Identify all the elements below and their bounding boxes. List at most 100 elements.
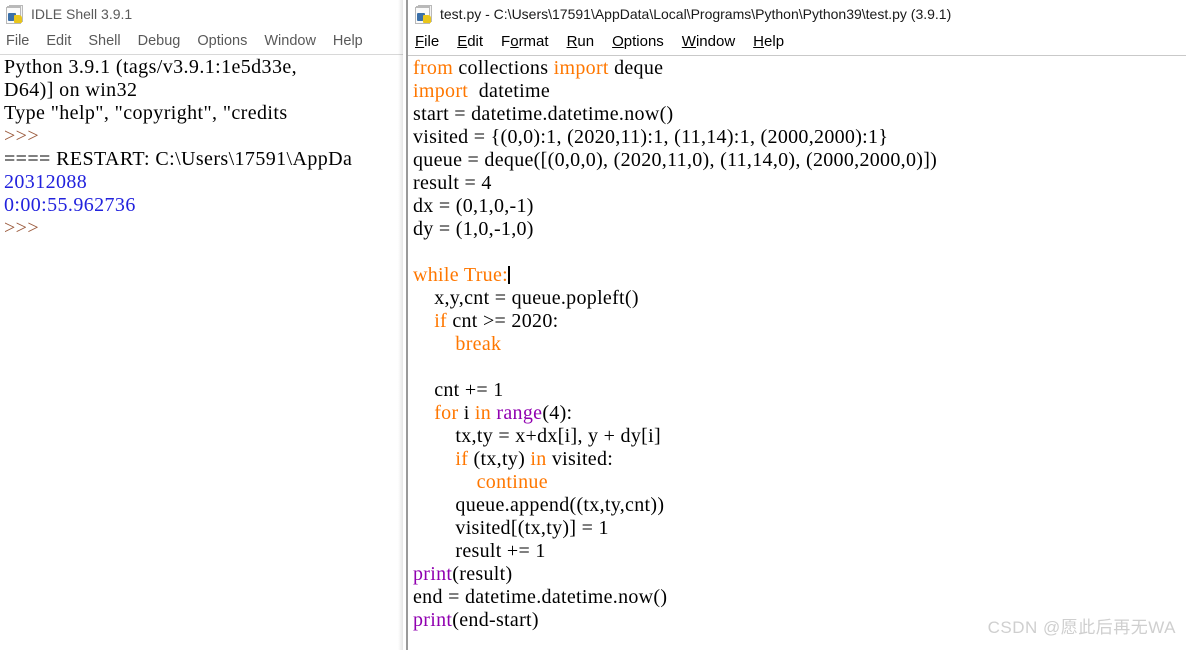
shell-menu-window[interactable]: Window — [264, 33, 316, 49]
editor-menu-run[interactable]: Run — [567, 33, 595, 50]
code-token: print — [413, 609, 453, 631]
code-token: in — [530, 448, 547, 470]
code-line[interactable]: result = 4 — [408, 172, 1186, 195]
code-line[interactable]: queue = deque([(0,0,0), (2020,11,0), (11… — [408, 149, 1186, 172]
shell-menu-bar[interactable]: File Edit Shell Debug Options Window Hel… — [0, 27, 406, 55]
code-token: (result) — [452, 563, 513, 585]
code-token: tx,ty = x+dx[i], y + dy[i] — [413, 425, 661, 447]
code-token: from — [413, 57, 454, 79]
code-token: visited[(tx,ty)] = 1 — [413, 517, 609, 539]
code-line[interactable]: visited[(tx,ty)] = 1 — [408, 517, 1186, 540]
code-token: i — [458, 402, 475, 424]
shell-output-area[interactable]: Python 3.9.1 (tags/v3.9.1:1e5d33e, D64)] … — [0, 56, 406, 650]
idle-shell-window: IDLE Shell 3.9.1 File Edit Shell Debug O… — [0, 0, 406, 650]
python-file-icon — [415, 4, 433, 24]
code-token: dy = (1,0,-1,0) — [413, 218, 534, 240]
code-token: import — [413, 80, 469, 102]
code-token: break — [455, 333, 502, 355]
screen: IDLE Shell 3.9.1 File Edit Shell Debug O… — [0, 0, 1186, 650]
code-token: end = datetime.datetime.now() — [413, 586, 668, 608]
code-line[interactable]: start = datetime.datetime.now() — [408, 103, 1186, 126]
idle-editor-window: test.py - C:\Users\17591\AppData\Local\P… — [408, 0, 1186, 650]
code-token: result = 4 — [413, 172, 492, 194]
editor-menu-options[interactable]: Options — [612, 33, 664, 50]
shell-line: ==== RESTART: C:\Users\17591\AppDa — [4, 148, 353, 170]
shell-menu-file[interactable]: File — [6, 33, 29, 49]
shell-menu-shell[interactable]: Shell — [88, 33, 120, 49]
python-file-icon — [6, 4, 24, 24]
shell-line: Python 3.9.1 (tags/v3.9.1:1e5d33e, — [4, 56, 298, 78]
code-line[interactable]: cnt += 1 — [408, 379, 1186, 402]
code-line[interactable]: import datetime — [408, 80, 1186, 103]
code-token: (4): — [542, 402, 573, 424]
code-token: cnt >= 2020: — [447, 310, 559, 332]
code-line[interactable]: while True: — [408, 264, 1186, 287]
csdn-watermark: CSDN @愿此后再无WA — [987, 618, 1176, 637]
code-line[interactable]: break — [408, 333, 1186, 356]
code-token: range — [496, 402, 543, 424]
shell-title-text: IDLE Shell 3.9.1 — [31, 5, 133, 22]
code-line[interactable] — [408, 241, 1186, 264]
code-token: queue = deque([(0,0,0), (2020,11,0), (11… — [413, 149, 938, 171]
shell-menu-edit[interactable]: Edit — [46, 33, 71, 49]
shell-menu-options[interactable]: Options — [197, 33, 247, 49]
shell-line: >>> — [4, 217, 40, 239]
code-line[interactable] — [408, 356, 1186, 379]
code-token: (end-start) — [452, 609, 539, 631]
shell-line: >>> — [4, 125, 40, 147]
code-line[interactable]: continue — [408, 471, 1186, 494]
shell-line: Type "help", "copyright", "credits — [4, 102, 288, 124]
editor-menu-file[interactable]: File — [415, 33, 439, 50]
code-line[interactable]: from collections import deque — [408, 57, 1186, 80]
code-line[interactable]: dx = (0,1,0,-1) — [408, 195, 1186, 218]
code-token: in — [474, 402, 492, 424]
code-editor-area[interactable]: from collections import deque import date… — [408, 57, 1186, 650]
code-token: if — [455, 448, 469, 470]
editor-menu-format[interactable]: Format — [501, 33, 549, 50]
code-token: start = datetime.datetime.now() — [413, 103, 674, 125]
code-line[interactable]: x,y,cnt = queue.popleft() — [408, 287, 1186, 310]
shell-line: D64)] on win32 — [4, 79, 138, 101]
text-caret — [508, 266, 511, 284]
code-line[interactable]: end = datetime.datetime.now() — [408, 586, 1186, 609]
shell-line: 0:00:55.962736 — [4, 194, 136, 216]
editor-menu-window[interactable]: Window — [682, 33, 735, 50]
shell-title-bar: IDLE Shell 3.9.1 — [0, 0, 406, 27]
code-line[interactable]: print(result) — [408, 563, 1186, 586]
code-token: (tx,ty) — [468, 448, 531, 470]
code-line[interactable]: tx,ty = x+dx[i], y + dy[i] — [408, 425, 1186, 448]
editor-title-bar: test.py - C:\Users\17591\AppData\Local\P… — [408, 0, 1186, 27]
code-token: import — [553, 57, 609, 79]
editor-menu-bar[interactable]: File Edit Format Run Options Window Help — [408, 27, 1186, 56]
code-token: deque — [608, 57, 664, 79]
code-token: queue.append((tx,ty,cnt)) — [413, 494, 665, 516]
shell-menu-help[interactable]: Help — [333, 33, 363, 49]
shell-line: 20312088 — [4, 171, 88, 193]
code-token: continue — [476, 471, 548, 493]
code-line[interactable]: dy = (1,0,-1,0) — [408, 218, 1186, 241]
code-token: collections — [453, 57, 554, 79]
code-token: if — [434, 310, 448, 332]
code-token: x,y,cnt = queue.popleft() — [413, 287, 639, 309]
editor-menu-edit[interactable]: Edit — [457, 33, 483, 50]
code-token: print — [413, 563, 453, 585]
code-line[interactable]: if cnt >= 2020: — [408, 310, 1186, 333]
code-line[interactable]: queue.append((tx,ty,cnt)) — [408, 494, 1186, 517]
shell-menu-debug[interactable]: Debug — [138, 33, 181, 49]
code-line[interactable]: for i in range(4): — [408, 402, 1186, 425]
code-token: dx = (0,1,0,-1) — [413, 195, 534, 217]
editor-title-text: test.py - C:\Users\17591\AppData\Local\P… — [440, 5, 952, 22]
code-token: while — [413, 264, 459, 286]
code-token: visited: — [546, 448, 614, 470]
code-line[interactable]: result += 1 — [408, 540, 1186, 563]
editor-menu-help[interactable]: Help — [753, 33, 784, 50]
code-token: for — [434, 402, 459, 424]
code-token: cnt += 1 — [413, 379, 504, 401]
code-line[interactable]: if (tx,ty) in visited: — [408, 448, 1186, 471]
code-line[interactable]: visited = {(0,0):1, (2020,11):1, (11,14)… — [408, 126, 1186, 149]
code-token: datetime — [468, 80, 550, 102]
code-token: True — [463, 264, 503, 286]
